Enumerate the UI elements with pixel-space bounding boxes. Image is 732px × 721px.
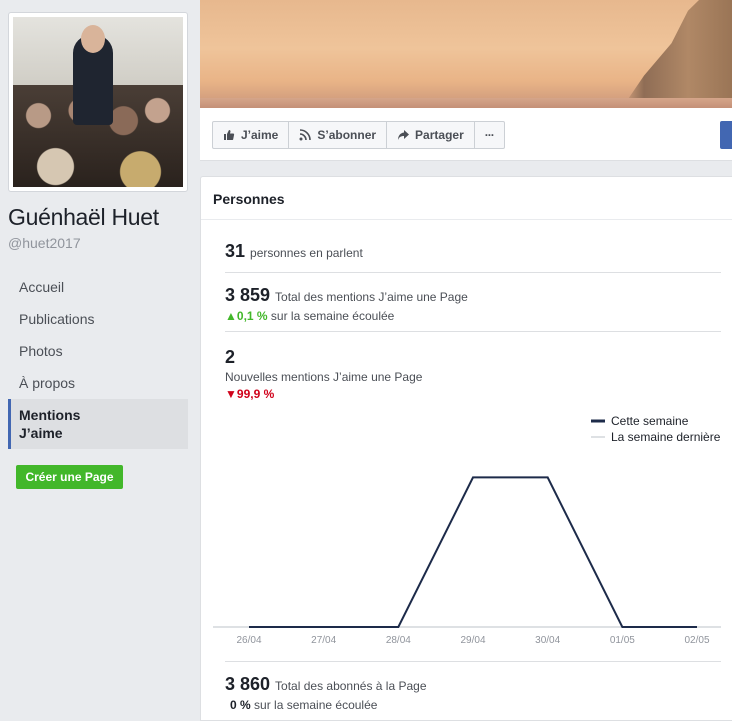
subscribe-label: S’abonner: [317, 128, 377, 142]
x-tick-label: 28/04: [386, 635, 411, 646]
talking-value: 31: [225, 241, 246, 261]
share-arrow-icon: [398, 130, 410, 140]
x-tick-label: 29/04: [460, 635, 485, 646]
x-tick-label: 26/04: [236, 635, 261, 646]
like-label: J’aime: [241, 128, 279, 142]
series-line-this-week: [249, 476, 697, 628]
down-arrow-icon: ▼: [225, 387, 237, 401]
profile-photo: [13, 17, 183, 187]
page-name[interactable]: Guénhaël Huet: [8, 204, 159, 231]
total-likes-label: Total des mentions J’aime une Page: [275, 290, 468, 304]
new-likes-change: 99,9 %: [236, 387, 275, 401]
followers-label: Total des abonnés à la Page: [275, 679, 427, 693]
new-likes-stat: 2 Nouvelles mentions J’aime une Page ▼99…: [225, 347, 721, 401]
followers-change: 0 %: [230, 698, 251, 712]
x-tick-label: 02/05: [684, 635, 709, 646]
new-likes-value: 2: [225, 347, 236, 367]
like-button[interactable]: J’aime: [213, 122, 290, 148]
up-arrow-icon: ▲: [225, 309, 237, 323]
subscribe-button[interactable]: S’abonner: [289, 122, 388, 148]
create-page-button[interactable]: Créer une Page: [16, 465, 123, 489]
nav-item-photos[interactable]: Photos: [8, 335, 188, 367]
action-bar: J’aime S’abonner Partager ···: [200, 108, 732, 161]
new-likes-chart: 26/04 27/04 28/04 29/04 30/04 01/05 02/05: [213, 476, 721, 646]
mont-saint-michel-image: [622, 0, 732, 108]
divider: [225, 661, 721, 662]
legend-label: Cette semaine: [611, 414, 689, 428]
total-likes-change-label: sur la semaine écoulée: [270, 309, 395, 323]
x-tick-label: 27/04: [311, 635, 336, 646]
talking-stat: 31 personnes en parlent: [225, 241, 721, 262]
rss-icon: [299, 129, 312, 141]
followers-value: 3 860: [225, 674, 271, 694]
more-options-button[interactable]: ···: [475, 122, 504, 148]
divider: [225, 272, 721, 273]
card-title: Personnes: [201, 177, 732, 220]
legend-item-this-week: Cette semaine: [591, 413, 720, 429]
cover-photo[interactable]: [200, 0, 732, 108]
nav-item-a-propos[interactable]: À propos: [8, 367, 188, 399]
nav-item-label: Mentions J’aime: [19, 407, 81, 441]
divider: [225, 331, 721, 332]
followers-stat: 3 860 Total des abonnés à la Page 0 % sur…: [225, 674, 721, 712]
total-likes-stat: 3 859 Total des mentions J’aime une Page …: [225, 285, 721, 323]
talking-label: personnes en parlent: [250, 246, 363, 260]
x-tick-label: 30/04: [535, 635, 560, 646]
more-dots-icon: ···: [484, 128, 495, 142]
action-button-group: J’aime S’abonner Partager ···: [212, 121, 505, 149]
share-label: Partager: [415, 128, 464, 142]
x-tick-label: 01/05: [610, 635, 635, 646]
page-nav: Accueil Publications Photos À propos Men…: [8, 271, 188, 449]
profile-picture[interactable]: [8, 12, 188, 192]
total-likes-change: 0,1 %: [236, 309, 268, 323]
nav-item-publications[interactable]: Publications: [8, 303, 188, 335]
nav-item-mentions-jaime[interactable]: Mentions J’aime: [8, 399, 188, 449]
total-likes-value: 3 859: [225, 285, 271, 305]
primary-action-button-edge[interactable]: [720, 121, 732, 149]
followers-change-label: sur la semaine écoulée: [254, 698, 378, 712]
share-button[interactable]: Partager: [387, 122, 475, 148]
new-likes-label: Nouvelles mentions J’aime une Page: [225, 370, 423, 384]
nav-item-accueil[interactable]: Accueil: [8, 271, 188, 303]
thumbs-up-icon: [224, 130, 235, 140]
people-card: Personnes 31 personnes en parlent 3 859 To…: [200, 176, 732, 721]
page-handle[interactable]: @huet2017: [8, 235, 81, 251]
